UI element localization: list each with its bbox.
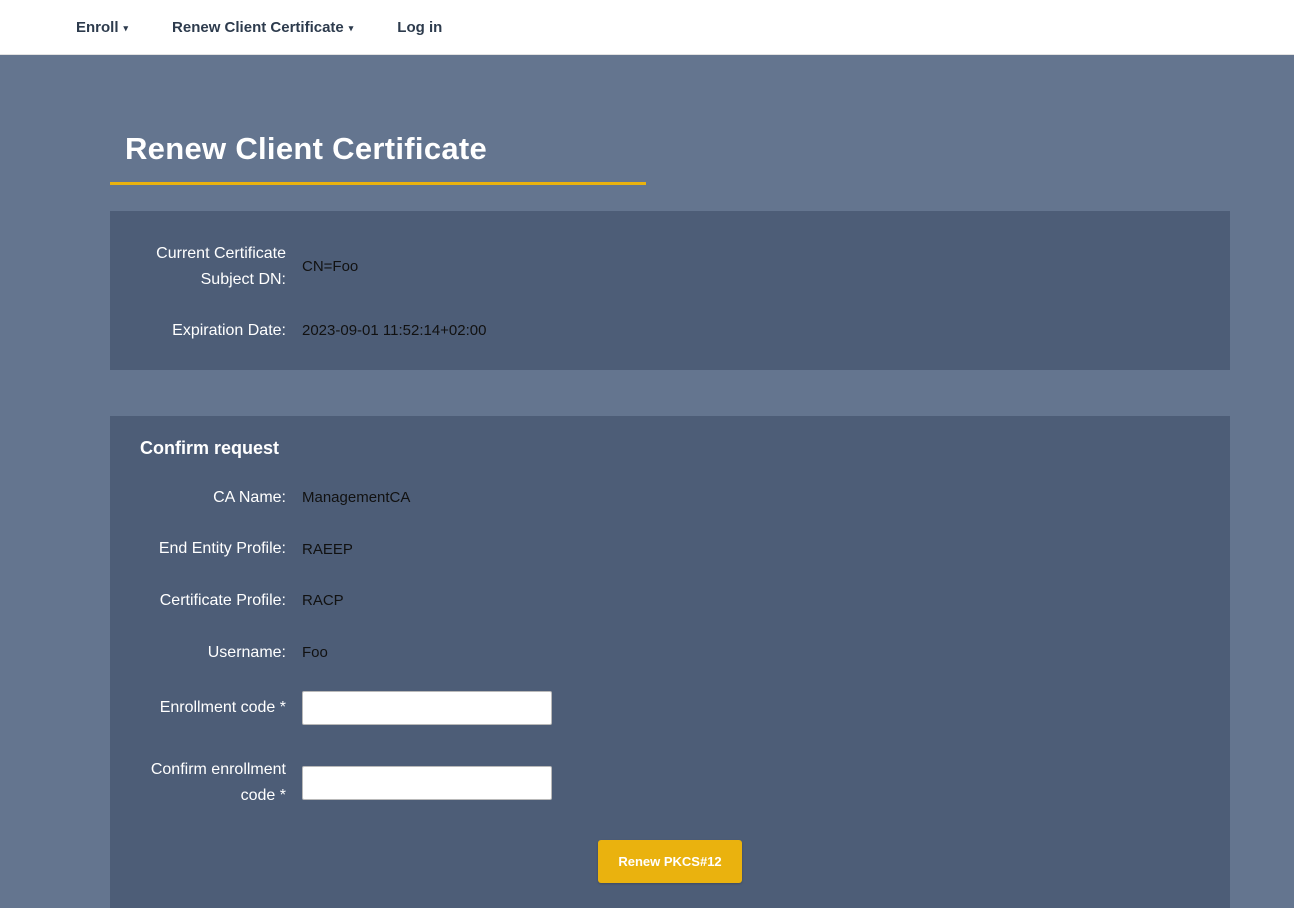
content-container: Renew Client Certificate Current Certifi… <box>110 55 1230 908</box>
certificate-profile-row: Certificate Profile: RACP <box>140 588 1200 614</box>
enrollment-code-row: Enrollment code * <box>140 691 1200 725</box>
current-certificate-panel: Current Certificate Subject DN: CN=Foo E… <box>110 211 1230 370</box>
confirm-enrollment-code-row: Confirm enrollment code * <box>140 757 1200 808</box>
renew-pkcs12-button[interactable]: Renew PKCS#12 <box>598 840 741 883</box>
title-underline <box>110 182 646 185</box>
username-value: Foo <box>302 644 1200 661</box>
subject-dn-label: Current Certificate Subject DN: <box>140 241 286 292</box>
confirm-request-heading: Confirm request <box>140 438 1200 459</box>
end-entity-profile-value: RAEEP <box>302 541 1200 558</box>
ca-name-label: CA Name: <box>140 485 286 511</box>
button-row: Renew PKCS#12 <box>140 840 1200 883</box>
nav-renew-label: Renew Client Certificate <box>172 19 344 36</box>
username-row: Username: Foo <box>140 640 1200 666</box>
ca-name-row: CA Name: ManagementCA <box>140 485 1200 511</box>
chevron-down-icon: ▾ <box>124 23 129 34</box>
enrollment-code-input[interactable] <box>302 691 552 725</box>
chevron-down-icon: ▾ <box>349 23 354 34</box>
confirm-enrollment-code-input[interactable] <box>302 766 552 800</box>
confirm-request-panel: Confirm request CA Name: ManagementCA En… <box>110 416 1230 908</box>
top-navigation: Enroll ▾ Renew Client Certificate ▾ Log … <box>0 0 1294 55</box>
subject-dn-row: Current Certificate Subject DN: CN=Foo <box>140 241 1200 292</box>
ca-name-value: ManagementCA <box>302 489 1200 506</box>
end-entity-profile-row: End Entity Profile: RAEEP <box>140 536 1200 562</box>
expiration-date-value: 2023-09-01 11:52:14+02:00 <box>302 322 1200 339</box>
subject-dn-value: CN=Foo <box>302 258 1200 275</box>
nav-item-enroll[interactable]: Enroll ▾ <box>76 19 128 36</box>
nav-item-login[interactable]: Log in <box>397 19 442 36</box>
certificate-profile-value: RACP <box>302 592 1200 609</box>
expiration-date-row: Expiration Date: 2023-09-01 11:52:14+02:… <box>140 318 1200 344</box>
certificate-profile-label: Certificate Profile: <box>140 588 286 614</box>
main-area: Renew Client Certificate Current Certifi… <box>0 55 1294 908</box>
nav-enroll-label: Enroll <box>76 19 119 36</box>
username-label: Username: <box>140 640 286 666</box>
confirm-enrollment-code-label: Confirm enrollment code * <box>140 757 286 808</box>
nav-login-label: Log in <box>397 19 442 36</box>
enrollment-code-label: Enrollment code * <box>140 695 286 721</box>
expiration-date-label: Expiration Date: <box>140 318 286 344</box>
page-title-wrap: Renew Client Certificate <box>110 55 1230 185</box>
page-title: Renew Client Certificate <box>110 131 1230 167</box>
nav-item-renew-client-certificate[interactable]: Renew Client Certificate ▾ <box>172 19 353 36</box>
end-entity-profile-label: End Entity Profile: <box>140 536 286 562</box>
